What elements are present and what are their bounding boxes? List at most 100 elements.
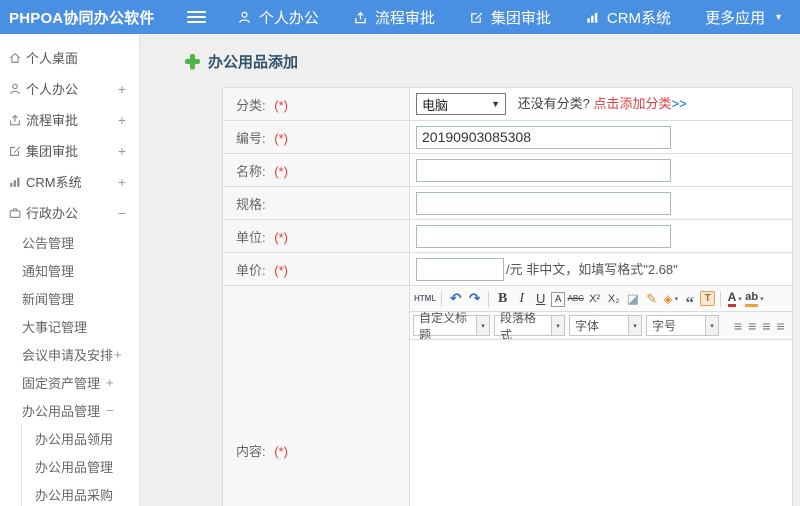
- toolbar-separator: [441, 290, 443, 307]
- price-label: 单价:: [236, 262, 266, 278]
- undo-icon[interactable]: ↶: [447, 289, 464, 309]
- page-title: 办公用品添加: [185, 51, 800, 72]
- sidebar-item-announcement-mgmt[interactable]: 公告管理: [0, 228, 139, 256]
- select-caret-icon: ▼: [491, 99, 500, 110]
- nav-crm-system[interactable]: CRM系统: [568, 0, 688, 34]
- sidebar-item-meeting-mgmt[interactable]: 会议申请及安排 +: [0, 340, 139, 368]
- collapse-icon[interactable]: −: [118, 205, 126, 221]
- collapse-icon[interactable]: −: [106, 403, 114, 418]
- nav-personal-office[interactable]: 个人办公: [220, 0, 336, 34]
- editor-toolbar-row2: 自定义标题 ▾ 段落格式 ▾ 字体 ▾ 字号 ▾ ≡ ≡ ≡ ≡: [410, 312, 792, 340]
- chevron-down-icon: ▾: [760, 295, 764, 303]
- nav-more-apps[interactable]: 更多应用 ▼: [688, 0, 800, 34]
- category-value-cell: 电脑 ▼ 还没有分类? 点击添加分类>>: [409, 87, 793, 121]
- subscript-button[interactable]: X₂: [605, 289, 622, 309]
- chevron-down-icon: ▼: [774, 12, 783, 22]
- chevron-down-icon: ▾: [476, 316, 489, 335]
- redo-icon[interactable]: ↷: [466, 289, 483, 309]
- category-label: 分类:: [236, 97, 266, 113]
- strikethrough-button[interactable]: ABC: [567, 289, 584, 309]
- align-right-icon[interactable]: ≡: [762, 318, 770, 334]
- expand-icon[interactable]: +: [118, 143, 126, 159]
- editor-content-area[interactable]: [410, 340, 792, 506]
- expand-icon[interactable]: +: [118, 174, 126, 190]
- sidebar-item-office-supplies-mgmt[interactable]: 办公用品管理 −: [0, 396, 139, 424]
- sidebar-item-memorabilia-mgmt[interactable]: 大事记管理: [0, 312, 139, 340]
- sidebar-item-supplies-claim[interactable]: 办公用品领用: [22, 424, 139, 452]
- highlight-color-button[interactable]: ab ▾: [745, 289, 764, 309]
- sidebar-item-group-approval[interactable]: 集团审批 +: [0, 135, 139, 166]
- menu-icon[interactable]: [187, 8, 206, 26]
- align-justify-icon[interactable]: ≡: [777, 318, 785, 334]
- highlight-glyph: ab: [745, 291, 759, 307]
- font-family-select[interactable]: 字体 ▾: [569, 315, 642, 336]
- select-label: 字体: [575, 319, 600, 333]
- sidebar-item-crm-system[interactable]: CRM系统 +: [0, 166, 139, 197]
- editor-toolbar-row1: HTML ↶ ↷ B I U A ABC X² X₂ ◪ ✎ ◈ ▾ “ T A…: [410, 286, 792, 312]
- sidebar-item-supplies-purchase[interactable]: 办公用品采购: [22, 480, 139, 506]
- content-editor-cell: HTML ↶ ↷ B I U A ABC X² X₂ ◪ ✎ ◈ ▾ “ T A…: [409, 285, 793, 506]
- blockquote-icon[interactable]: “: [681, 289, 698, 311]
- nav-workflow-approval[interactable]: 流程审批: [336, 0, 452, 34]
- align-center-icon[interactable]: ≡: [748, 318, 756, 334]
- spec-label: 规格:: [236, 196, 266, 212]
- sidebar-item-personal-office[interactable]: 个人办公 +: [0, 73, 139, 104]
- font-color-glyph: A: [727, 290, 737, 307]
- name-label-cell: 名称: (*): [222, 153, 410, 187]
- price-value-cell: /元 非中文，如填写格式"2.68": [409, 252, 793, 286]
- expand-icon[interactable]: +: [106, 375, 114, 390]
- add-category-link[interactable]: 点击添加分类: [593, 96, 671, 111]
- nav-group-approval[interactable]: 集团审批: [452, 0, 568, 34]
- code-input[interactable]: [416, 125, 671, 149]
- auto-typeset-glyph: ◈: [663, 291, 673, 306]
- superscript-button[interactable]: X²: [586, 289, 603, 309]
- underline-button[interactable]: U: [532, 289, 549, 309]
- form-row-spec: 规格:: [222, 186, 793, 220]
- font-color-button[interactable]: A ▾: [726, 289, 743, 309]
- select-label: 段落格式: [500, 312, 537, 340]
- sidebar-item-label: 办公用品管理: [22, 403, 101, 419]
- expand-icon[interactable]: +: [118, 112, 126, 128]
- format-painter-icon[interactable]: ✎: [643, 289, 660, 309]
- date-insert-icon[interactable]: T: [700, 291, 716, 306]
- sidebar-item-label: 行政办公: [26, 206, 79, 221]
- bold-button[interactable]: B: [494, 289, 511, 309]
- spec-input[interactable]: [416, 191, 671, 215]
- font-size-select[interactable]: 字号 ▾: [646, 315, 719, 336]
- user-icon: [237, 10, 252, 25]
- align-left-icon[interactable]: ≡: [734, 318, 742, 334]
- paragraph-format-select[interactable]: 段落格式 ▾: [494, 312, 565, 340]
- spec-value-cell: [409, 186, 793, 220]
- expand-icon[interactable]: +: [118, 81, 126, 97]
- sidebar-item-label: 固定资产管理: [22, 375, 101, 391]
- italic-button[interactable]: I: [513, 289, 530, 309]
- required-marker: (*): [274, 97, 288, 113]
- name-input[interactable]: [416, 158, 671, 182]
- eraser-icon[interactable]: ◪: [624, 289, 641, 309]
- category-select[interactable]: 电脑 ▼: [416, 93, 506, 116]
- sidebar-item-label: 办公用品采购: [35, 487, 114, 503]
- remove-format-button[interactable]: A: [551, 292, 566, 307]
- sidebar-item-personal-desktop[interactable]: 个人桌面: [0, 42, 139, 73]
- chevron-down-icon: ▾: [674, 295, 679, 303]
- sidebar-item-label: 公告管理: [22, 235, 75, 251]
- name-value-cell: [409, 153, 793, 187]
- sidebar-item-admin-office[interactable]: 行政办公 −: [0, 197, 139, 228]
- add-category-arrows[interactable]: >>: [672, 96, 687, 111]
- user-icon: [8, 82, 22, 96]
- sidebar-submenu-office-supplies: 办公用品领用 办公用品管理 办公用品采购: [21, 424, 139, 506]
- sidebar-item-fixed-assets-mgmt[interactable]: 固定资产管理 +: [0, 368, 139, 396]
- unit-label-cell: 单位: (*): [222, 219, 410, 253]
- required-marker: (*): [274, 229, 288, 245]
- custom-title-select[interactable]: 自定义标题 ▾: [413, 312, 490, 339]
- unit-value-cell: [409, 219, 793, 253]
- sidebar-item-notice-mgmt[interactable]: 通知管理: [0, 256, 139, 284]
- source-code-button[interactable]: HTML: [414, 289, 436, 309]
- unit-input[interactable]: [416, 224, 671, 248]
- expand-icon[interactable]: +: [114, 347, 122, 362]
- price-input[interactable]: [416, 257, 504, 281]
- sidebar-item-news-mgmt[interactable]: 新闻管理: [0, 284, 139, 312]
- auto-typeset-icon[interactable]: ◈ ▾: [662, 289, 679, 309]
- sidebar-item-workflow-approval[interactable]: 流程审批 +: [0, 104, 139, 135]
- sidebar-item-supplies-manage[interactable]: 办公用品管理: [22, 452, 139, 480]
